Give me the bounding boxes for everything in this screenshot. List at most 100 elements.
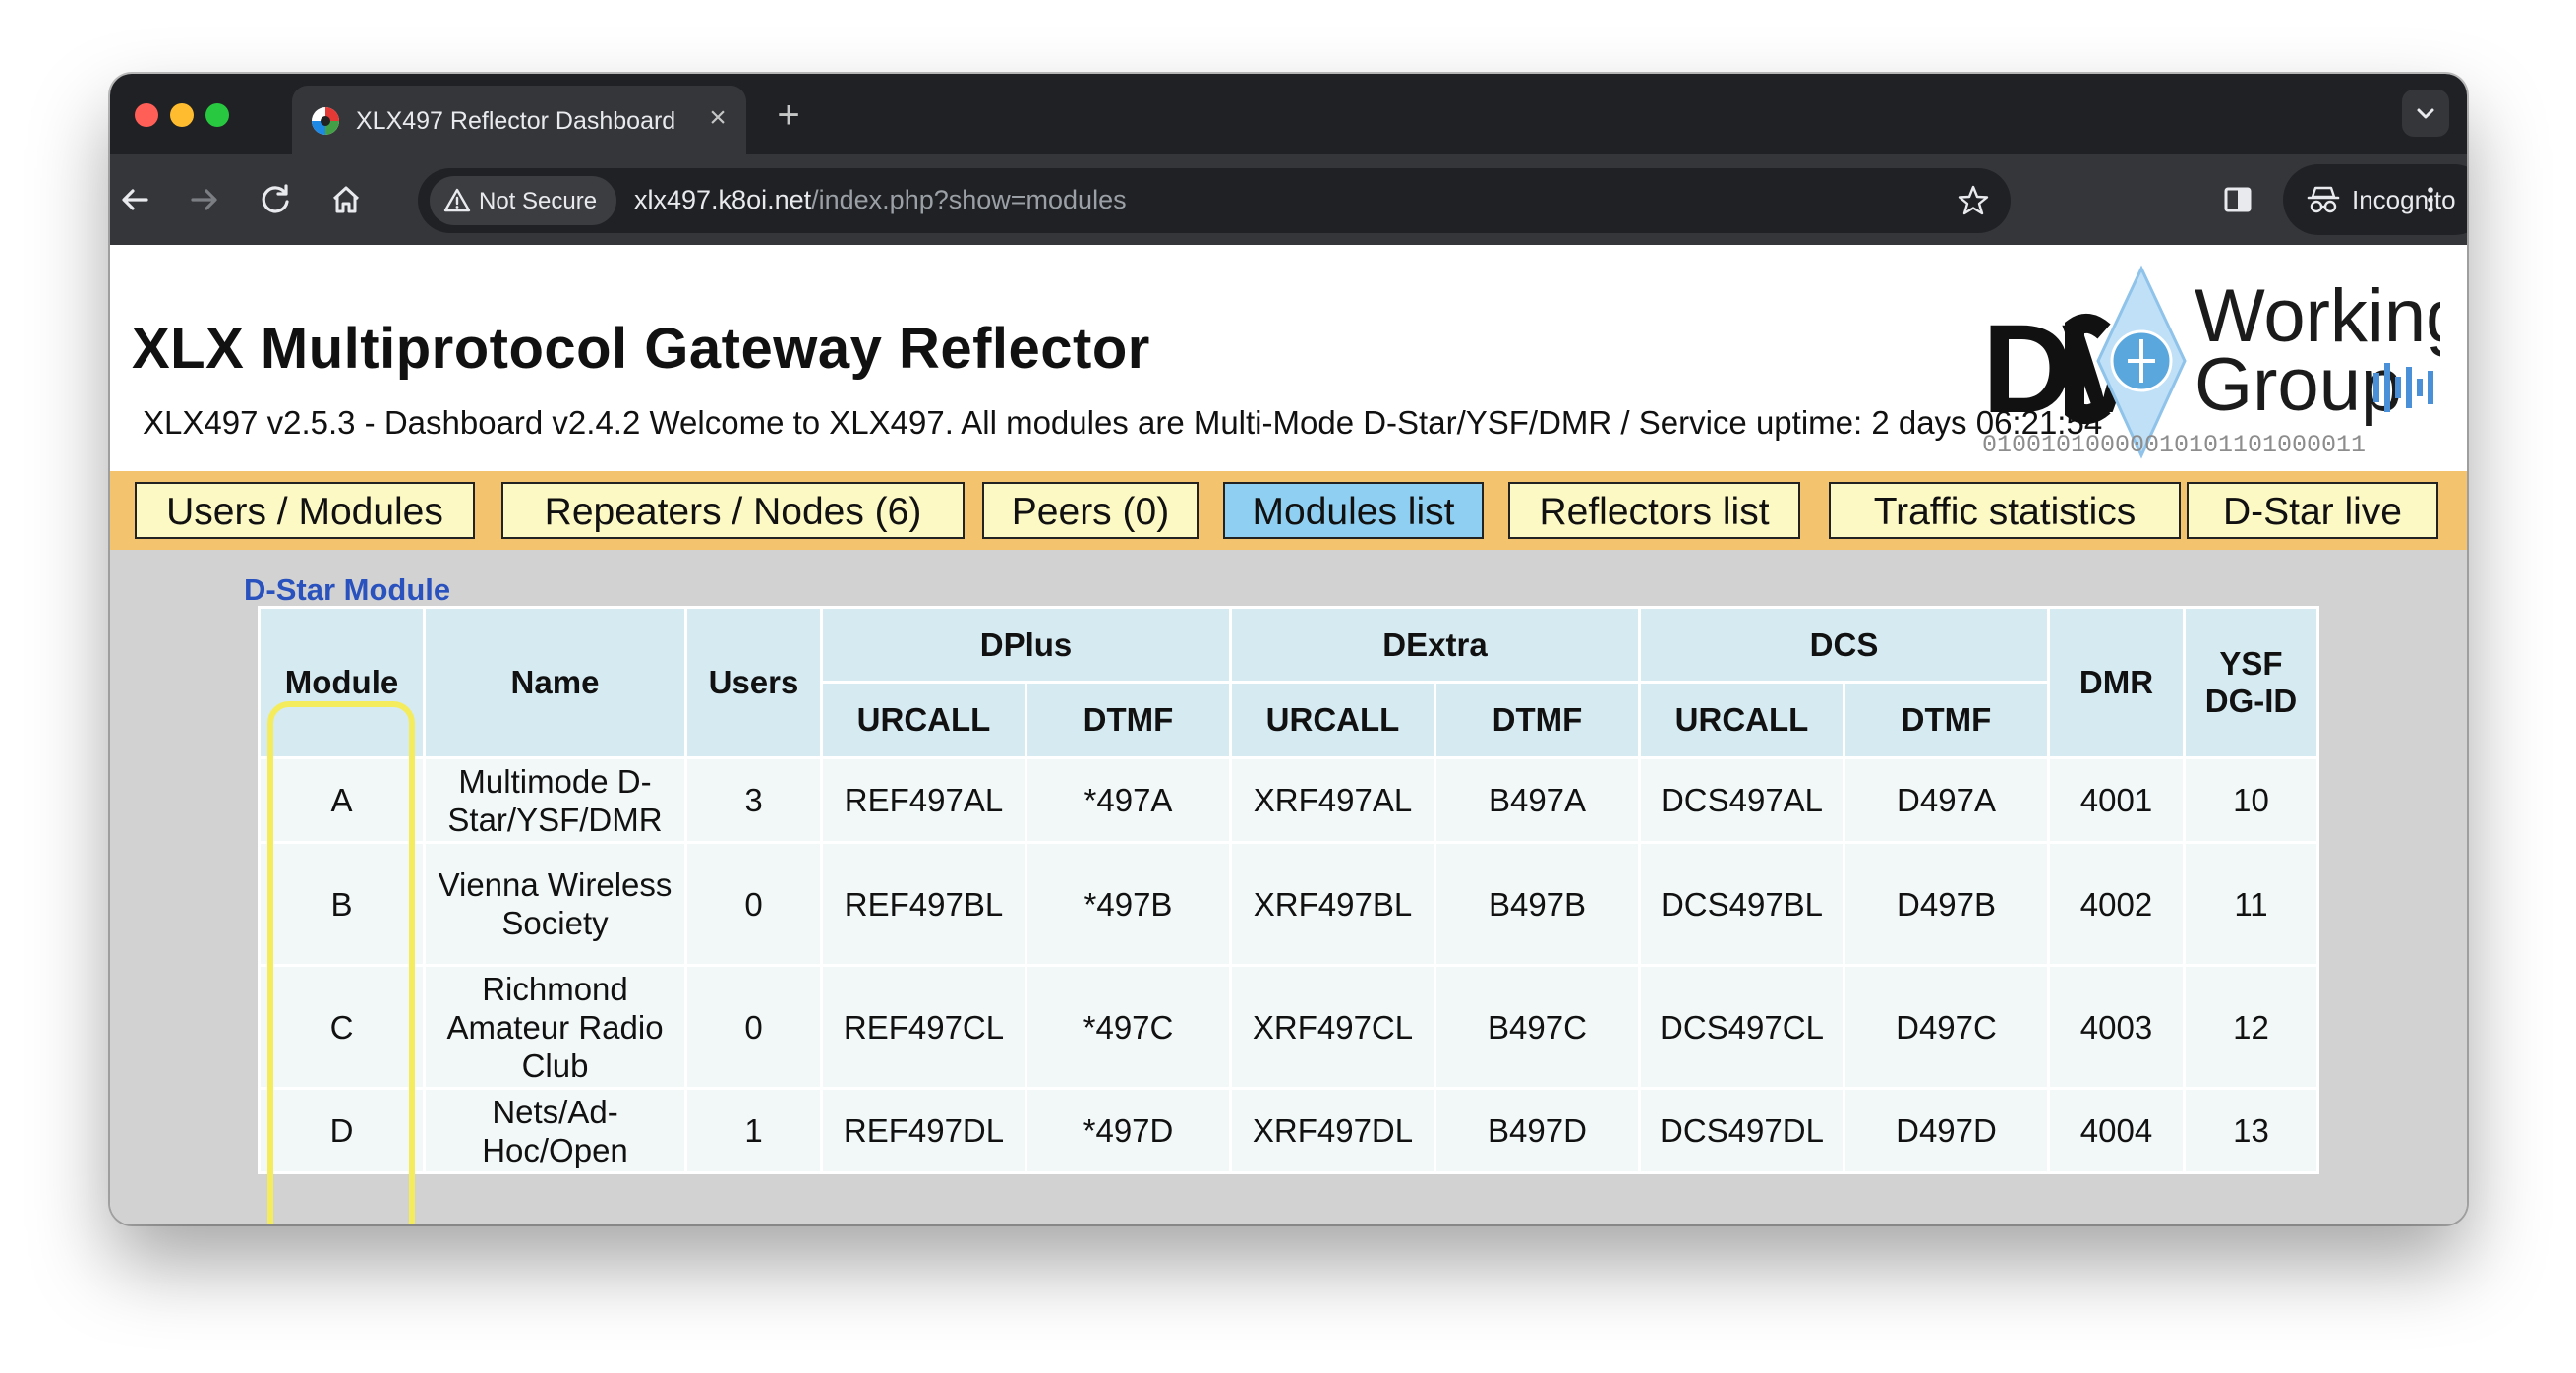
cell-dmr: 4004: [2047, 1087, 2186, 1174]
header-dcs: DCS: [1638, 606, 2050, 684]
header-dmr: DMR: [2047, 606, 2186, 759]
cell-dcs-urcall: DCS497AL: [1638, 756, 1845, 844]
kebab-menu-icon[interactable]: [2407, 176, 2454, 223]
home-icon[interactable]: [322, 176, 370, 223]
header-users: Users: [684, 606, 823, 759]
address-bar[interactable]: Not Secure xlx497.k8oi.net/index.php?sho…: [418, 168, 2011, 233]
logo-word-group: Group: [2195, 343, 2402, 427]
browser-window: XLX497 Reflector Dashboard × + Not Secur…: [110, 74, 2467, 1224]
cell-dplus-dtmf: *497C: [1025, 964, 1232, 1090]
header-dextra-urcall: URCALL: [1229, 681, 1436, 759]
arrow-left-icon[interactable]: [111, 176, 158, 223]
nav-bar: Users / Modules Repeaters / Nodes (6) Pe…: [110, 471, 2467, 550]
cell-name: Multimode D-Star/YSF/DMR: [423, 756, 687, 844]
header-dextra: DExtra: [1229, 606, 1641, 684]
logo-binary: 01001010000010101101000011: [1982, 431, 2366, 459]
cell-dplus-urcall: REF497CL: [820, 964, 1027, 1090]
warning-triangle-icon: [443, 188, 471, 212]
cell-module: C: [258, 964, 426, 1090]
table-row: A Multimode D-Star/YSF/DMR 3 REF497AL *4…: [258, 756, 2319, 844]
cell-dextra-dtmf: B497D: [1434, 1087, 1641, 1174]
cell-dcs-dtmf: D497B: [1843, 841, 2050, 967]
tab-close-icon[interactable]: ×: [699, 99, 736, 137]
cell-dmr: 4002: [2047, 841, 2186, 967]
incognito-icon: [2307, 186, 2340, 213]
arrow-right-icon[interactable]: [181, 176, 228, 223]
close-window-button[interactable]: [135, 103, 158, 127]
url-host: xlx497.k8oi.net: [634, 185, 812, 214]
cell-dextra-dtmf: B497B: [1434, 841, 1641, 967]
nav-repeaters-nodes[interactable]: Repeaters / Nodes (6): [501, 482, 965, 539]
header-dplus: DPlus: [820, 606, 1232, 684]
tab-search-button[interactable]: [2402, 90, 2449, 137]
cell-dcs-dtmf: D497D: [1843, 1087, 2050, 1174]
header-ysf-dgid: YSF DG-ID: [2183, 606, 2319, 759]
cell-ysf: 10: [2183, 756, 2319, 844]
star-icon[interactable]: [1957, 184, 1990, 217]
cell-dextra-dtmf: B497A: [1434, 756, 1641, 844]
header-dcs-urcall: URCALL: [1638, 681, 1845, 759]
cell-ysf: 12: [2183, 964, 2319, 1090]
reload-icon[interactable]: [252, 176, 299, 223]
table-row: D Nets/Ad-Hoc/Open 1 REF497DL *497D XRF4…: [258, 1087, 2319, 1174]
cell-dextra-urcall: XRF497AL: [1229, 756, 1436, 844]
new-tab-button[interactable]: +: [767, 93, 810, 137]
cell-name: Richmond Amateur Radio Club: [423, 964, 687, 1090]
header-dplus-urcall: URCALL: [820, 681, 1027, 759]
nav-peers[interactable]: Peers (0): [982, 482, 1199, 539]
cell-dcs-dtmf: D497A: [1843, 756, 2050, 844]
cell-dplus-urcall: REF497DL: [820, 1087, 1027, 1174]
cell-dplus-dtmf: *497A: [1025, 756, 1232, 844]
cell-module: A: [258, 756, 426, 844]
cell-dplus-urcall: REF497AL: [820, 756, 1027, 844]
cell-dplus-dtmf: *497B: [1025, 841, 1232, 967]
cell-module: B: [258, 841, 426, 967]
security-indicator[interactable]: Not Secure: [430, 176, 616, 225]
cell-dextra-dtmf: B497C: [1434, 964, 1641, 1090]
tab-strip: XLX497 Reflector Dashboard × +: [110, 74, 2467, 154]
cell-ysf: 11: [2183, 841, 2319, 967]
modules-table: Module Name Users DPlus DExtra DCS DMR Y…: [258, 606, 2319, 1174]
cell-name: Vienna Wireless Society: [423, 841, 687, 967]
dvc-working-group-logo: DV Working Group 01001010000010101101000…: [1982, 265, 2440, 459]
cell-ysf: 13: [2183, 1087, 2319, 1174]
nav-traffic-statistics[interactable]: Traffic statistics: [1829, 482, 2181, 539]
cell-module: D: [258, 1087, 426, 1174]
browser-tab[interactable]: XLX497 Reflector Dashboard ×: [292, 86, 746, 154]
dashboard-header: XLX Multiprotocol Gateway Reflector XLX4…: [110, 245, 2467, 471]
cell-dextra-urcall: XRF497DL: [1229, 1087, 1436, 1174]
header-module: Module: [258, 606, 426, 759]
cell-dmr: 4003: [2047, 964, 2186, 1090]
maximize-window-button[interactable]: [205, 103, 229, 127]
minimize-window-button[interactable]: [170, 103, 194, 127]
cell-dcs-urcall: DCS497CL: [1638, 964, 1845, 1090]
side-panel-icon[interactable]: [2214, 176, 2261, 223]
security-label: Not Secure: [479, 188, 598, 214]
chevron-down-icon: [2417, 108, 2434, 119]
header-dplus-dtmf: DTMF: [1025, 681, 1232, 759]
header-dcs-dtmf: DTMF: [1843, 681, 2050, 759]
cell-dcs-dtmf: D497C: [1843, 964, 2050, 1090]
cell-dcs-urcall: DCS497BL: [1638, 841, 1845, 967]
cell-dextra-urcall: XRF497BL: [1229, 841, 1436, 967]
table-row: C Richmond Amateur Radio Club 0 REF497CL…: [258, 964, 2319, 1090]
page-title: XLX Multiprotocol Gateway Reflector: [132, 317, 1150, 381]
header-name: Name: [423, 606, 687, 759]
nav-reflectors-list[interactable]: Reflectors list: [1508, 482, 1800, 539]
cell-users: 0: [684, 841, 823, 967]
cell-dextra-urcall: XRF497CL: [1229, 964, 1436, 1090]
page-content: XLX Multiprotocol Gateway Reflector XLX4…: [110, 245, 2467, 1224]
cell-dcs-urcall: DCS497DL: [1638, 1087, 1845, 1174]
url-path: /index.php?show=modules: [811, 185, 1127, 214]
xlx-favicon-icon: [312, 107, 339, 135]
nav-dstar-live[interactable]: D-Star live: [2187, 482, 2438, 539]
browser-toolbar: Not Secure xlx497.k8oi.net/index.php?sho…: [110, 154, 2467, 245]
url-text[interactable]: xlx497.k8oi.net/index.php?show=modules: [634, 185, 1127, 215]
nav-users-modules[interactable]: Users / Modules: [135, 482, 475, 539]
tab-title: XLX497 Reflector Dashboard: [356, 107, 676, 135]
header-dextra-dtmf: DTMF: [1434, 681, 1641, 759]
nav-modules-list[interactable]: Modules list: [1223, 482, 1484, 539]
cell-users: 3: [684, 756, 823, 844]
cell-dplus-urcall: REF497BL: [820, 841, 1027, 967]
cell-users: 0: [684, 964, 823, 1090]
